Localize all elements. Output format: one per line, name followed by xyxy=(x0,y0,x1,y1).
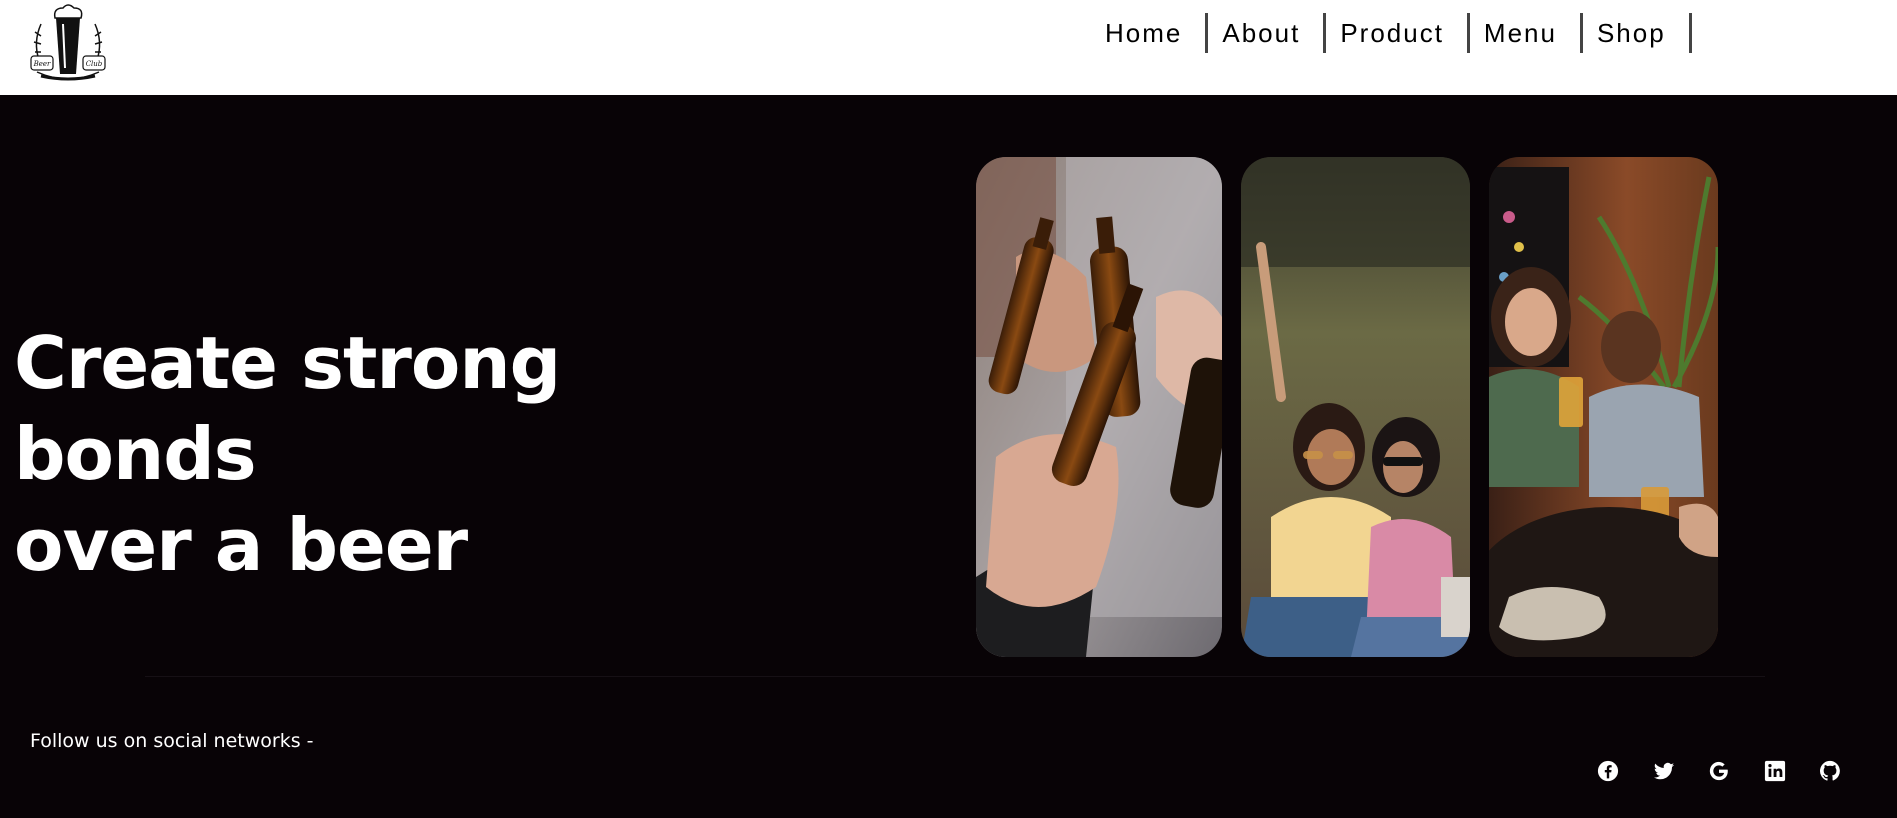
photo-friends-with-beer-glasses-at-table xyxy=(1489,157,1718,657)
twitter-icon[interactable] xyxy=(1653,760,1675,782)
main-nav: Home About Product Menu Shop xyxy=(1092,13,1692,53)
nav-item-menu[interactable]: Menu xyxy=(1470,13,1583,53)
social-links xyxy=(1597,760,1875,782)
logo-text-right: Club xyxy=(86,60,103,68)
google-icon[interactable] xyxy=(1708,760,1730,782)
nav-item-product[interactable]: Product xyxy=(1326,13,1470,53)
section-divider xyxy=(145,676,1765,677)
linkedin-icon[interactable] xyxy=(1764,760,1786,782)
navbar: Beer Club Home About Product Menu Shop xyxy=(0,0,1897,95)
nav-item-shop[interactable]: Shop xyxy=(1583,13,1692,53)
logo-text-left: Beer xyxy=(33,60,51,68)
nav-item-about[interactable]: About xyxy=(1208,13,1327,53)
follow-us-text: Follow us on social networks - xyxy=(30,730,314,752)
beer-club-logo[interactable]: Beer Club xyxy=(27,2,109,86)
nav-item-home[interactable]: Home xyxy=(1092,13,1209,53)
hero-title-line-2: over a beer xyxy=(14,503,468,587)
facebook-icon[interactable] xyxy=(1597,760,1619,782)
photo-friends-toasting-beer-bottles xyxy=(976,157,1222,657)
hero-title: Create strong bonds over a beer xyxy=(14,318,814,591)
github-icon[interactable] xyxy=(1819,760,1841,782)
photo-two-women-celebrating-outdoors xyxy=(1241,157,1470,657)
hero-title-line-1: Create strong bonds xyxy=(14,321,561,496)
